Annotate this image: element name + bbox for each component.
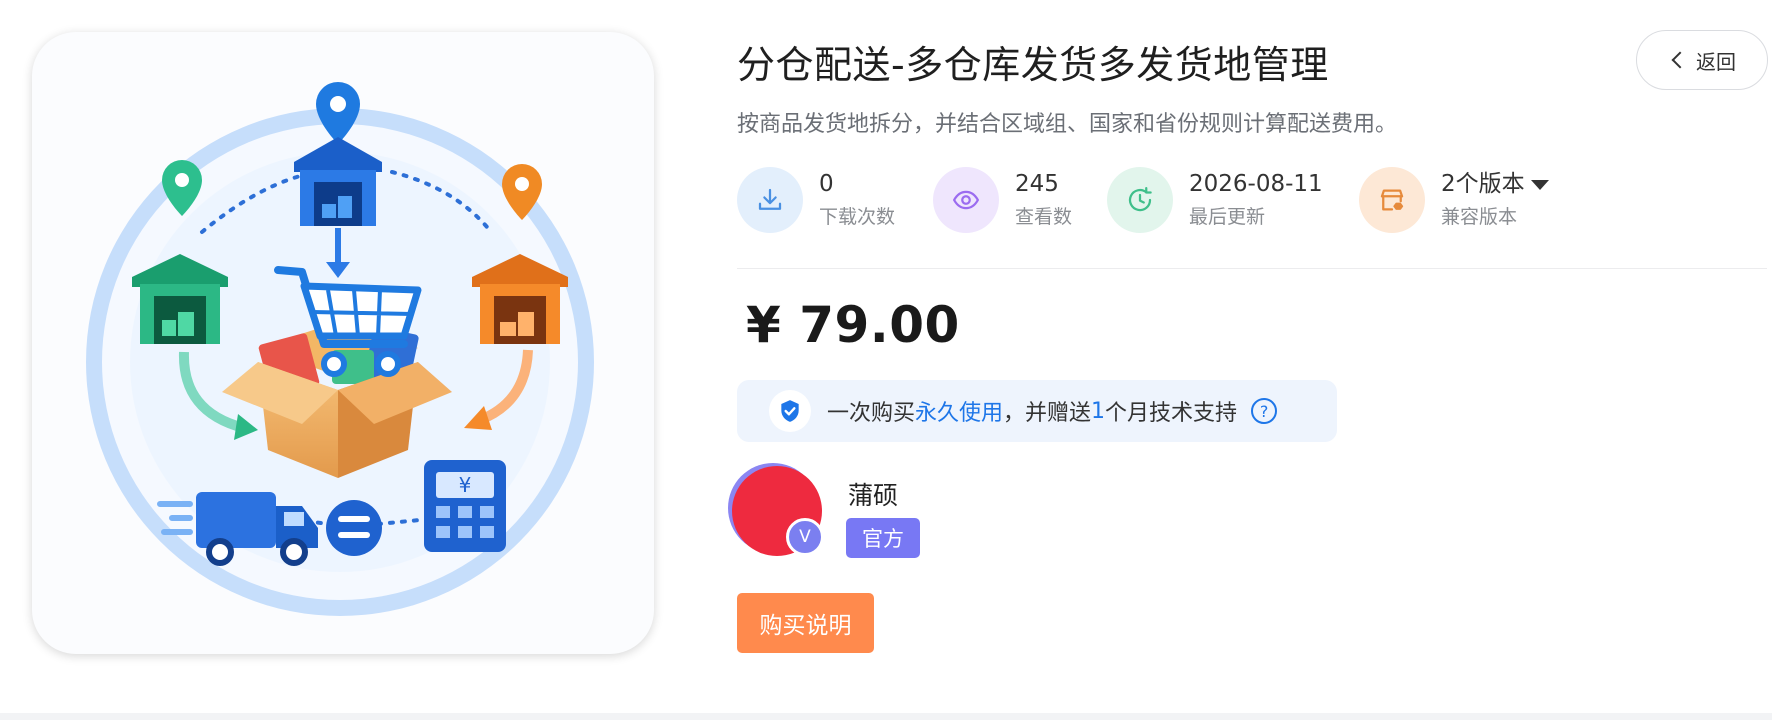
stat-updated: 2026-08-11 最后更新: [1107, 166, 1323, 234]
store-icon: [1359, 167, 1425, 233]
stat-value: 0: [819, 171, 834, 197]
purchase-info-button[interactable]: 购买说明: [737, 593, 874, 653]
page-footer-strip: [0, 713, 1772, 720]
stat-value: 2026-08-11: [1189, 171, 1323, 197]
stat-label: 查看数: [1015, 206, 1073, 228]
back-label: 返回: [1696, 49, 1736, 74]
calculator-yen: ¥: [459, 473, 472, 497]
promo-prefix: 一次购买: [827, 401, 916, 426]
divider: [737, 268, 1767, 269]
caret-down-icon: [1530, 180, 1549, 190]
stat-value: 245: [1015, 171, 1059, 197]
stat-versions[interactable]: 2个版本 兼容版本: [1359, 166, 1549, 234]
promo-middle: ，并赠送: [1003, 401, 1092, 426]
promo-suffix: 个月技术支持: [1105, 401, 1238, 426]
stat-value: 2个版本: [1441, 171, 1525, 197]
clock-icon: [1107, 167, 1173, 233]
product-image: ¥: [32, 32, 654, 654]
stat-label: 最后更新: [1189, 206, 1266, 228]
page-title: 分仓配送-多仓库发货多发货地管理: [737, 43, 1329, 87]
stat-downloads: 0 下载次数: [737, 166, 895, 234]
version-dropdown[interactable]: 2个版本: [1441, 169, 1549, 199]
stat-views: 245 查看数: [933, 166, 1072, 234]
shield-check-icon: [769, 390, 811, 432]
help-icon[interactable]: ?: [1251, 398, 1278, 424]
purchase-benefit-banner: 一次购买 永久使用 ，并赠送 1 个月技术支持 ?: [737, 380, 1337, 442]
price: ¥ 79.00: [746, 296, 960, 354]
product-subtitle: 按商品发货地拆分，并结合区域组、国家和省份规则计算配送费用。: [737, 112, 1398, 137]
stat-label: 兼容版本: [1441, 206, 1518, 228]
stats-row: 0 下载次数 245 查看数 2026-08-11 最后更新 2个版本 兼容版本: [737, 166, 1637, 234]
stat-label: 下载次数: [819, 206, 896, 228]
promo-months: 1: [1091, 398, 1106, 424]
promo-highlight: 永久使用: [915, 401, 1004, 426]
download-icon: [737, 167, 803, 233]
back-button[interactable]: 返回: [1636, 30, 1768, 90]
verified-badge: V: [786, 518, 824, 556]
official-tag: 官方: [846, 518, 920, 558]
author-info: V 蒲硕 官方: [732, 466, 1132, 562]
author-name[interactable]: 蒲硕: [848, 476, 898, 512]
chevron-left-icon: [1671, 51, 1689, 69]
eye-icon: [933, 167, 999, 233]
